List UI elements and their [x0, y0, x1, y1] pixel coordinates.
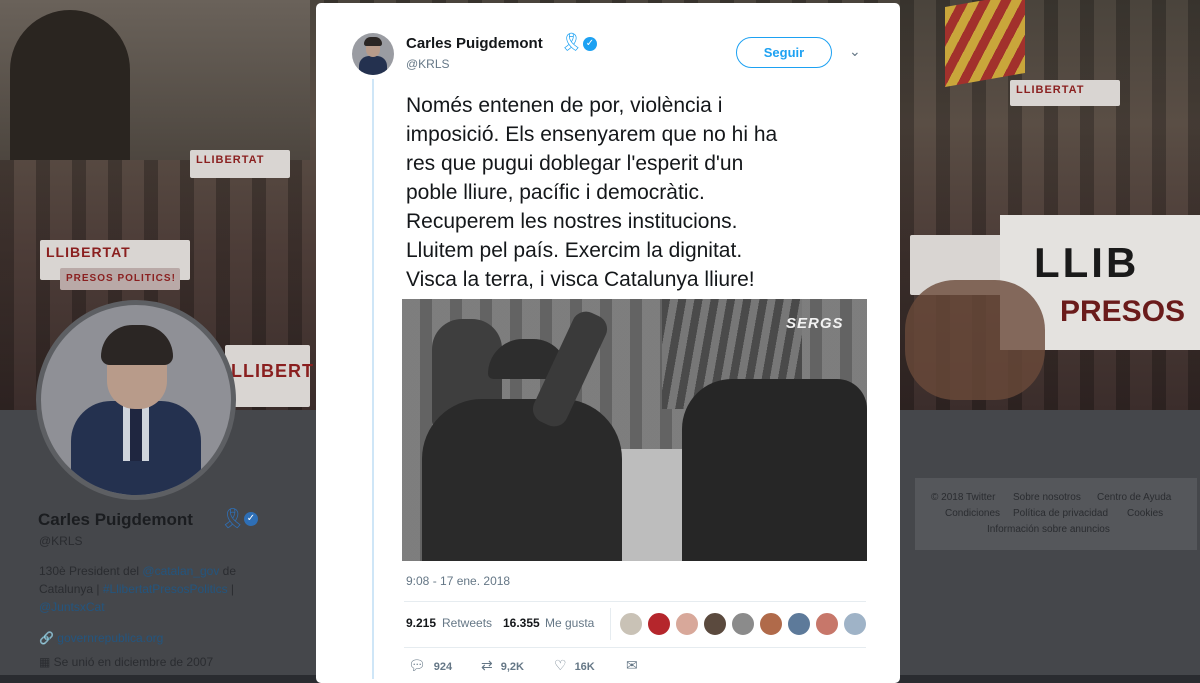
- reply-button[interactable]: 💬︎ 924: [408, 657, 452, 674]
- tweet-video[interactable]: SERGS: [402, 299, 867, 561]
- liker-avatar[interactable]: [815, 612, 839, 636]
- profile-url[interactable]: 🔗 governrepublica.org: [39, 631, 163, 645]
- likers-avatars: [619, 612, 871, 636]
- liker-avatar[interactable]: [731, 612, 755, 636]
- retweet-button[interactable]: ⇄ 9,2K: [481, 657, 524, 674]
- building-arch: [10, 10, 130, 160]
- profile-name[interactable]: Carles Puigdemont: [38, 510, 193, 530]
- footer-privacy-link[interactable]: Política de privacidad: [1013, 508, 1108, 519]
- retweets-label[interactable]: Retweets: [442, 616, 492, 630]
- author-handle[interactable]: @KRLS: [406, 57, 450, 71]
- retweet-action-count: 9,2K: [500, 661, 524, 673]
- footer-cookies-link[interactable]: Cookies: [1127, 508, 1163, 519]
- bio-link-juntsxcat[interactable]: @JuntsxCat: [39, 600, 105, 614]
- saluting-figure: [422, 399, 622, 561]
- catalan-flag: [945, 0, 1025, 88]
- protest-sign: PRESOS POLITICS!: [60, 268, 180, 290]
- protest-sign: LLIBERT: [225, 345, 313, 407]
- bio-link-catalan-gov[interactable]: @catalan_gov: [142, 564, 219, 578]
- retweet-icon: ⇄: [481, 657, 493, 673]
- divider: [404, 601, 866, 602]
- tweet-modal: Carles Puigdemont 🎗 ✓ @KRLS Seguir ⌄ Nom…: [316, 3, 900, 683]
- profile-avatar[interactable]: [36, 300, 236, 500]
- like-action-count: 16K: [574, 661, 595, 673]
- divider: [404, 647, 866, 648]
- thread-line: [372, 79, 374, 679]
- tweet-text: Només entenen de por, violència i imposi…: [406, 94, 778, 291]
- heart-icon: ♡: [554, 657, 567, 673]
- raised-hands: [905, 280, 1045, 400]
- profile-handle[interactable]: @KRLS: [39, 534, 83, 548]
- reply-icon: 💬︎: [408, 657, 426, 673]
- calendar-icon: ▦: [39, 655, 54, 669]
- chevron-down-icon[interactable]: ⌄: [849, 43, 861, 60]
- reply-count: 924: [433, 661, 453, 673]
- author-name[interactable]: Carles Puigdemont: [406, 35, 543, 52]
- footer-ads-info-link[interactable]: Información sobre anuncios: [987, 524, 1110, 535]
- footer-copyright: © 2018 Twitter: [931, 492, 996, 503]
- liker-avatar[interactable]: [843, 612, 867, 636]
- profile-joined-date: ▦ Se unió en diciembre de 2007: [39, 655, 214, 669]
- footer-terms-link[interactable]: Condiciones: [945, 508, 1000, 519]
- tweet-timestamp[interactable]: 9:08 - 17 ene. 2018: [406, 574, 510, 588]
- protest-sign: LLIBERTAT: [1010, 80, 1120, 106]
- video-watermark: SERGS: [786, 315, 844, 332]
- bio-hashtag-link[interactable]: #LlibertatPresosPolitics: [103, 582, 228, 596]
- likes-count[interactable]: 16.355: [503, 616, 540, 630]
- author-avatar[interactable]: [352, 33, 394, 75]
- verified-badge-icon: ✓: [244, 512, 258, 526]
- liker-avatar[interactable]: [619, 612, 643, 636]
- profile-bio: 130è President del @catalan_gov de Catal…: [39, 564, 237, 614]
- link-icon: 🔗: [39, 631, 58, 645]
- footer-help-link[interactable]: Centro de Ayuda: [1097, 492, 1171, 503]
- liker-avatar[interactable]: [647, 612, 671, 636]
- ribbon-icon: 🎗: [560, 32, 583, 52]
- verified-badge-icon: ✓: [583, 37, 597, 51]
- envelope-icon: ✉: [626, 657, 638, 673]
- liker-avatar[interactable]: [703, 612, 727, 636]
- liker-avatar[interactable]: [759, 612, 783, 636]
- footer-about-link[interactable]: Sobre nosotros: [1013, 492, 1081, 503]
- follow-button[interactable]: Seguir: [736, 37, 832, 68]
- protest-sign: LLIBERTAT: [190, 150, 290, 178]
- retweets-count[interactable]: 9.215: [406, 616, 436, 630]
- likes-label[interactable]: Me gusta: [545, 616, 594, 630]
- like-button[interactable]: ♡ 16K: [554, 657, 595, 674]
- ribbon-icon: 🎗: [220, 508, 246, 530]
- divider: [610, 608, 611, 640]
- liker-avatar[interactable]: [787, 612, 811, 636]
- direct-message-button[interactable]: ✉: [626, 657, 638, 674]
- officer-figure: [682, 379, 867, 561]
- liker-avatar[interactable]: [675, 612, 699, 636]
- footer-links: © 2018 Twitter Sobre nosotros Centro de …: [915, 478, 1197, 550]
